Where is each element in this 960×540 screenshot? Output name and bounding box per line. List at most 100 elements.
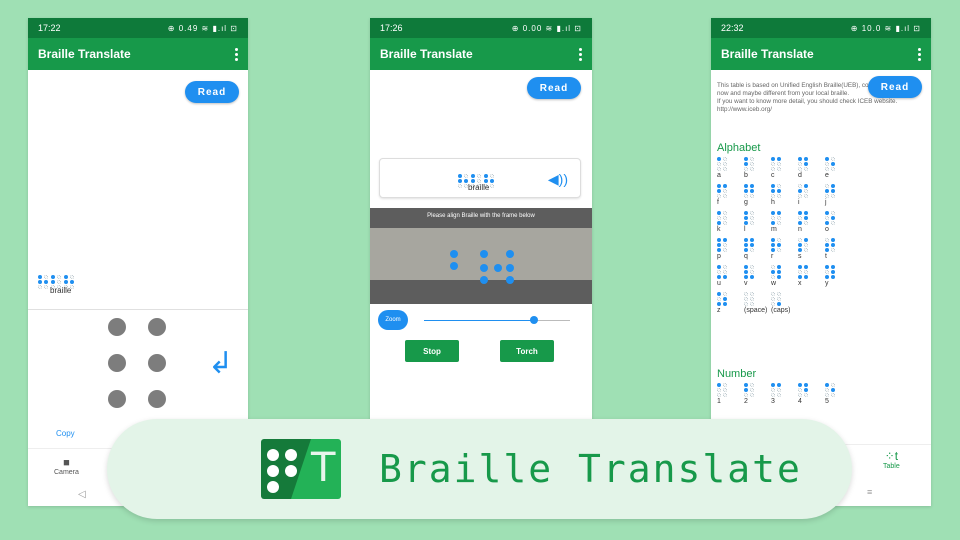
alphabet-grid: a b c d e f g h i j k l m n o p q r s t u v w x y z (space) (caps): [717, 156, 852, 314]
number-entry: 2: [744, 382, 771, 405]
alphabet-label: s: [798, 253, 802, 260]
torch-button[interactable]: Torch: [500, 340, 554, 362]
alphabet-entry: b: [744, 156, 771, 179]
alphabet-label: n: [798, 226, 802, 233]
app-bar: Braille Translate: [711, 38, 931, 70]
system-menu-icon[interactable]: ≡: [867, 487, 872, 497]
braille-cell: [717, 383, 727, 397]
nav-table-label: Table: [883, 463, 900, 470]
dot-2-button[interactable]: [108, 354, 126, 372]
dot-5-button[interactable]: [148, 354, 166, 372]
status-time: 17:26: [380, 23, 403, 33]
app-title: Braille Translate: [721, 47, 814, 61]
zoom-slider-thumb[interactable]: [529, 316, 538, 324]
number-entry: 1: [717, 382, 744, 405]
braille-cell: [771, 238, 781, 252]
status-icons: ⊕ 0.49 ≋ ▮.ıl ⊡: [167, 23, 238, 33]
alphabet-label: w: [771, 280, 777, 287]
alphabet-entry: j: [825, 183, 852, 206]
alphabet-label: o: [825, 226, 829, 233]
copy-button[interactable]: Copy: [56, 429, 75, 438]
braille-cell: [798, 211, 808, 225]
alphabet-label: m: [771, 226, 777, 233]
app-bar: Braille Translate: [370, 38, 592, 70]
alphabet-label: k: [717, 226, 721, 233]
camera-icon: ■: [63, 457, 70, 469]
alphabet-label: x: [798, 280, 802, 287]
number-entry: 4: [798, 382, 825, 405]
dot-6-button[interactable]: [148, 390, 166, 408]
alphabet-entry: g: [744, 183, 771, 206]
braille-cell: [771, 211, 781, 225]
status-bar: 17:22 ⊕ 0.49 ≋ ▮.ıl ⊡: [28, 18, 248, 38]
number-label: 1: [717, 398, 721, 405]
zoom-slider-remaining: [533, 320, 570, 321]
dot-1-button[interactable]: [108, 318, 126, 336]
braille-cell: [744, 265, 754, 279]
nav-table[interactable]: ⁘t Table: [883, 449, 900, 470]
braille-cell: [771, 265, 781, 279]
alphabet-entry: t: [825, 237, 852, 260]
alphabet-label: a: [717, 172, 721, 179]
number-label: 4: [798, 398, 802, 405]
alphabet-label: g: [744, 199, 748, 206]
system-back-icon[interactable]: ◁: [78, 489, 86, 500]
alphabet-entry: q: [744, 237, 771, 260]
alphabet-entry: i: [798, 183, 825, 206]
alphabet-label: t: [825, 253, 827, 260]
speaker-icon[interactable]: ◀)): [548, 171, 568, 188]
read-button[interactable]: Read: [527, 77, 581, 99]
zoom-button[interactable]: Zoom: [378, 310, 408, 330]
alphabet-label: z: [717, 307, 721, 314]
number-title: Number: [717, 368, 757, 380]
braille-dot-pad: [108, 318, 166, 408]
info-url[interactable]: http://www.iceb.org/: [717, 106, 925, 114]
braille-cell: [717, 238, 727, 252]
braille-cell: [771, 292, 781, 306]
alphabet-entry: h: [771, 183, 798, 206]
alphabet-label: b: [744, 172, 748, 179]
overflow-menu-icon[interactable]: [918, 47, 921, 61]
dot-3-button[interactable]: [108, 390, 126, 408]
status-time: 17:22: [38, 23, 61, 33]
alphabet-label: p: [717, 253, 721, 260]
braille-cell: [771, 383, 781, 397]
braille-cell: [771, 157, 781, 171]
alphabet-label: f: [717, 199, 719, 206]
alphabet-entry: s: [798, 237, 825, 260]
alphabet-label: e: [825, 172, 829, 179]
braille-cell: [798, 184, 808, 198]
alphabet-entry: k: [717, 210, 744, 233]
alphabet-entry: w: [771, 264, 798, 287]
number-label: 3: [771, 398, 775, 405]
braille-cell: [717, 265, 727, 279]
dot-4-button[interactable]: [148, 318, 166, 336]
enter-arrow-icon[interactable]: ↲: [208, 346, 233, 381]
logo-letter: T: [311, 445, 336, 491]
alphabet-entry: v: [744, 264, 771, 287]
status-icons: ⊕ 0.00 ≋ ▮.ıl ⊡: [511, 23, 582, 33]
app-banner: T Braille Translate: [107, 419, 852, 519]
app-title: Braille Translate: [38, 47, 131, 61]
stop-button[interactable]: Stop: [405, 340, 459, 362]
camera-preview: Please align Braille with the frame belo…: [370, 208, 592, 304]
number-label: 2: [744, 398, 748, 405]
alphabet-entry: m: [771, 210, 798, 233]
alphabet-label: c: [771, 172, 775, 179]
nav-camera[interactable]: ■ Camera: [54, 457, 79, 476]
status-time: 22:32: [721, 23, 744, 33]
braille-cell: [38, 275, 48, 289]
alphabet-label: v: [744, 280, 748, 287]
read-button[interactable]: Read: [868, 76, 922, 98]
overflow-menu-icon[interactable]: [235, 47, 238, 61]
alphabet-entry: y: [825, 264, 852, 287]
overflow-menu-icon[interactable]: [579, 47, 582, 61]
translation-area: braille: [28, 70, 248, 310]
alphabet-label: r: [771, 253, 774, 260]
alphabet-title: Alphabet: [717, 142, 761, 154]
alphabet-label: l: [744, 226, 746, 233]
alphabet-entry: f: [717, 183, 744, 206]
alphabet-entry: e: [825, 156, 852, 179]
alphabet-label: j: [825, 199, 827, 206]
alphabet-label: q: [744, 253, 748, 260]
